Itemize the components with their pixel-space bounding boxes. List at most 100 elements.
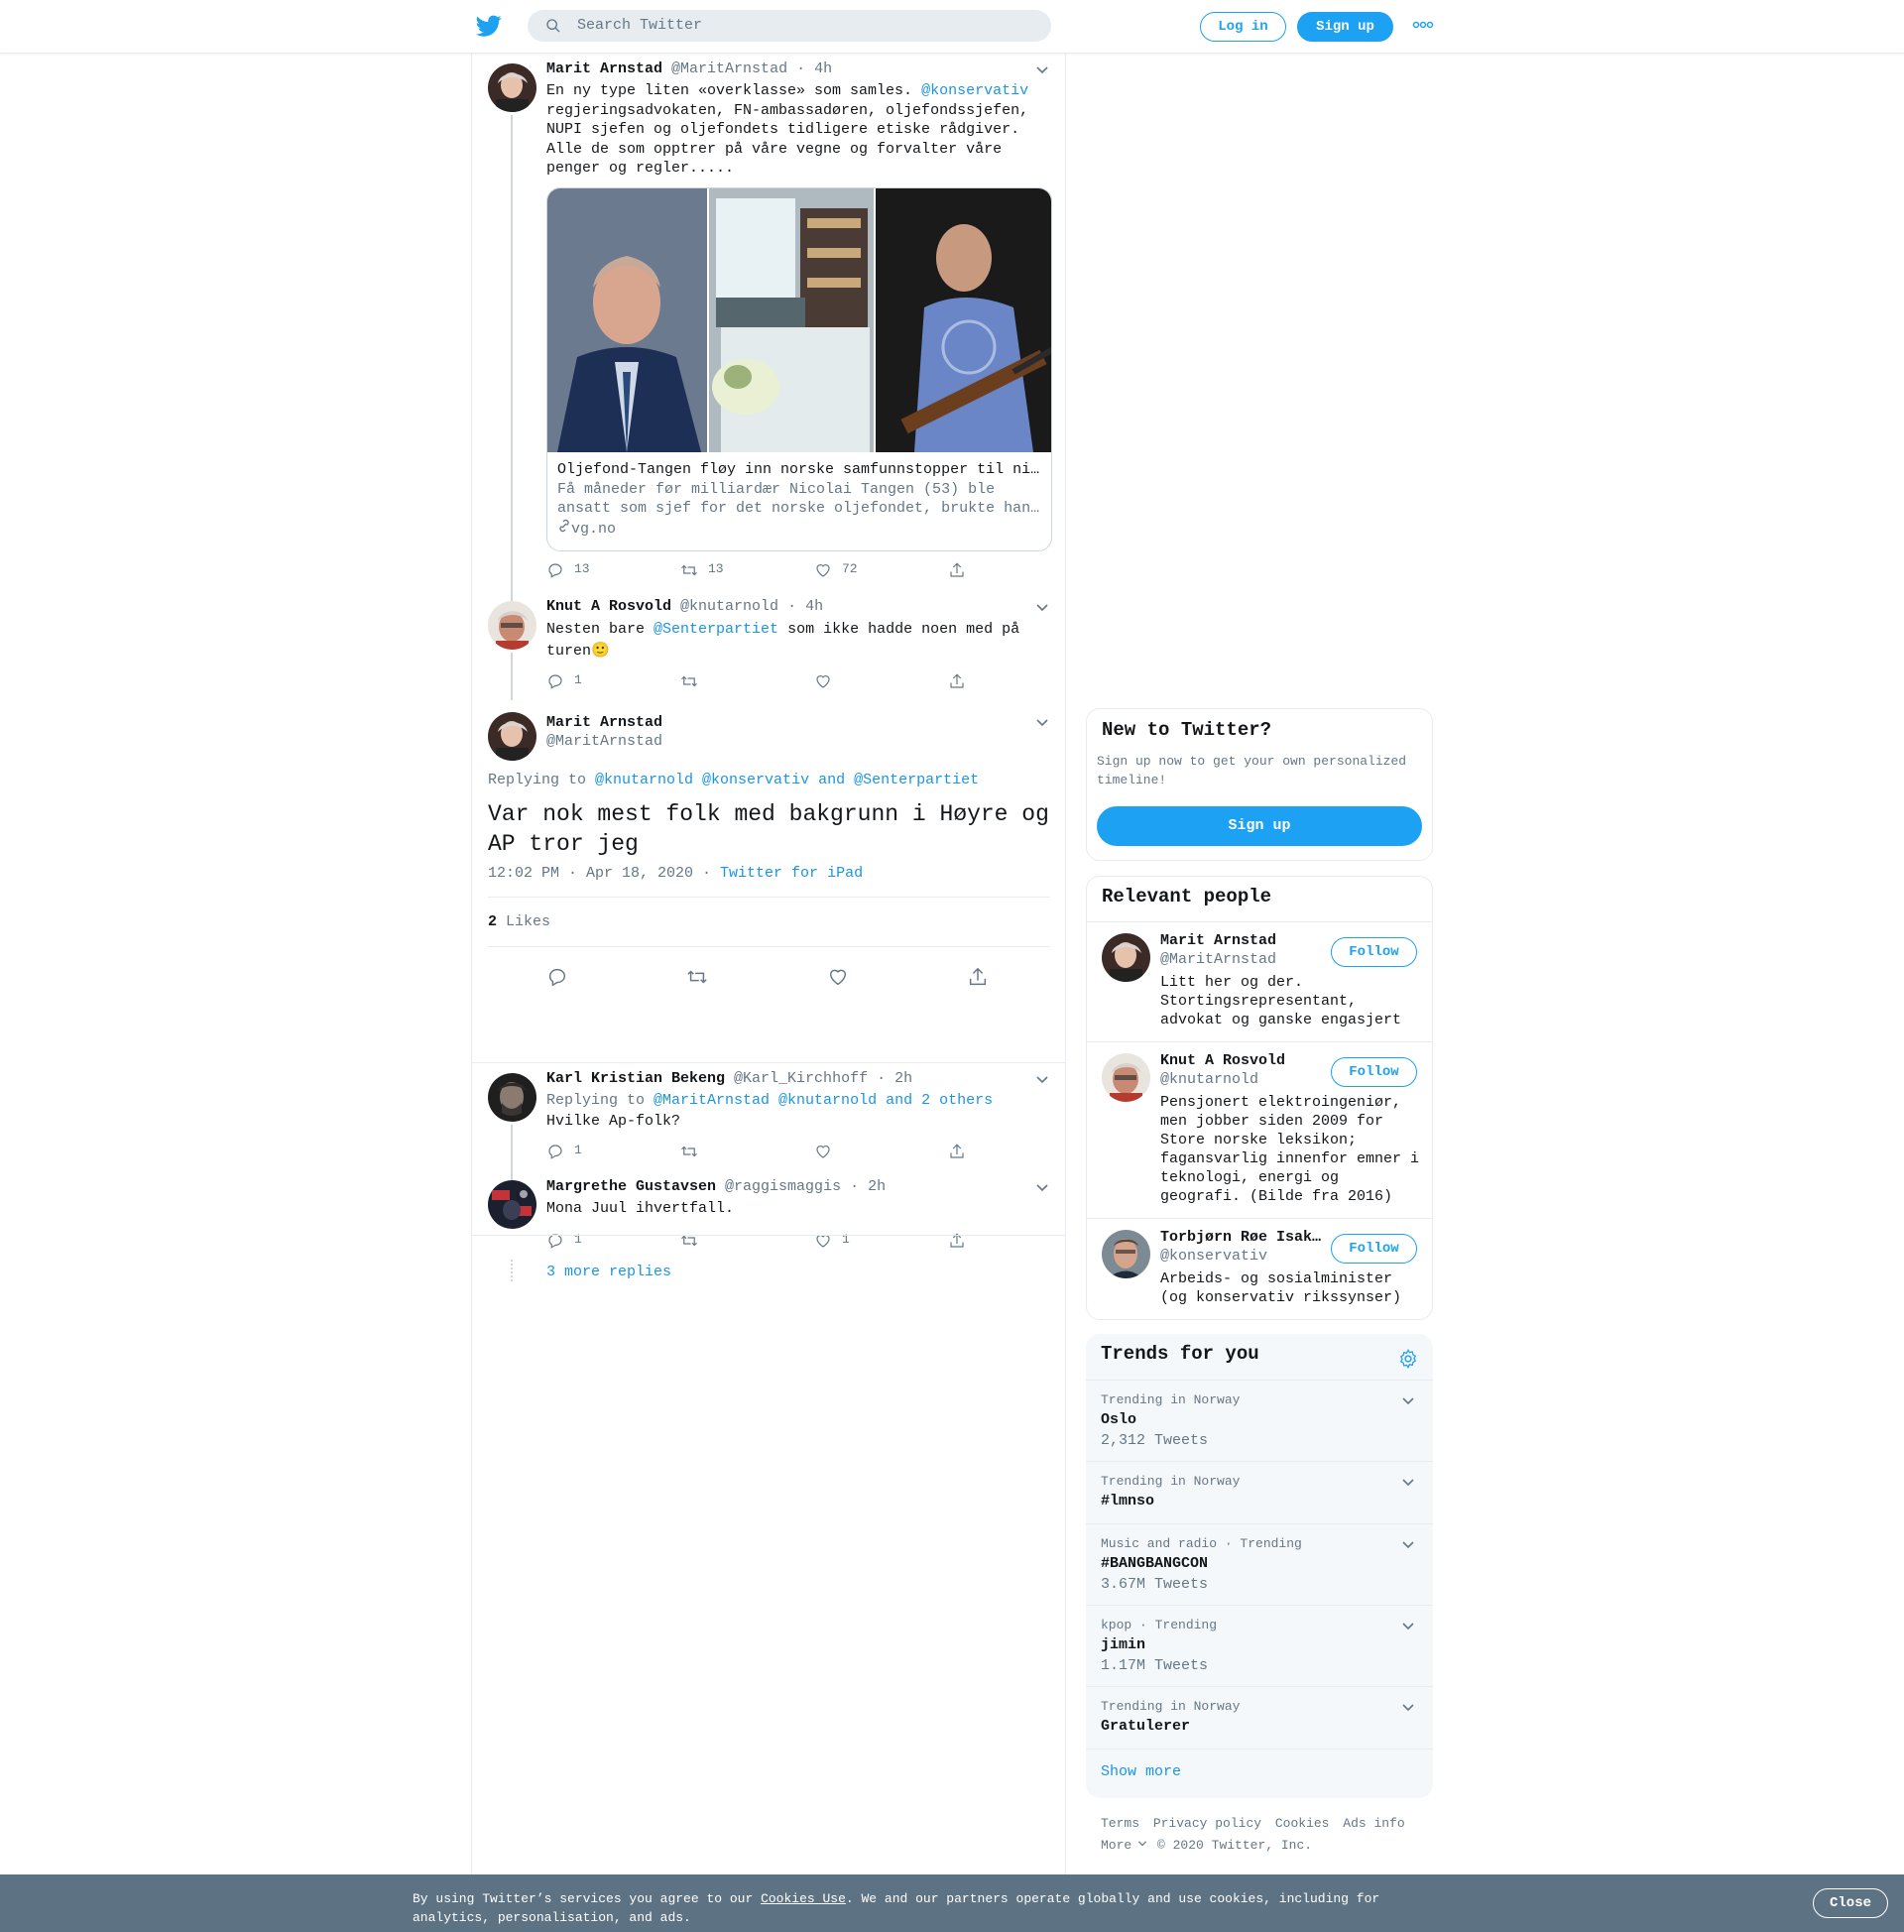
heart-icon[interactable] [827,966,849,988]
follow-button[interactable]: Follow [1331,1057,1417,1087]
chevron-down-icon[interactable] [1401,1538,1415,1552]
follow-button[interactable]: Follow [1331,937,1417,967]
show-more-link[interactable]: Show more [1101,1763,1181,1780]
follow-button[interactable]: Follow [1331,1234,1417,1264]
avatar[interactable] [1102,1053,1150,1102]
cookies-use-link[interactable]: Cookies Use [761,1891,846,1906]
timestamp-text[interactable]: 12:02 PM · Apr 18, 2020 · [488,865,720,882]
likes-stat[interactable]: 2 Likes [488,913,550,930]
reply-tweet[interactable]: Margrethe Gustavsen @raggismaggis · 2h M… [472,1174,1065,1293]
chevron-down-icon[interactable] [1401,1701,1415,1715]
trend-item[interactable]: Music and radio · Trending #BANGBANGCON … [1086,1523,1433,1605]
login-button[interactable]: Log in [1200,12,1286,42]
footer-link-terms[interactable]: Terms [1101,1816,1139,1831]
trend-item[interactable]: Trending in Norway #lmnso [1086,1461,1433,1523]
author-name[interactable]: Marit Arnstad [546,60,662,77]
reply-tweet[interactable]: Karl Kristian Bekeng @Karl_Kirchhoff · 2… [472,1063,1065,1184]
author-handle[interactable]: @MaritArnstad [546,733,662,750]
trend-name[interactable]: #lmnso [1101,1493,1154,1509]
more-replies-link[interactable]: 3 more replies [546,1264,671,1280]
author-name[interactable]: Karl Kristian Bekeng [546,1070,725,1087]
retweet-button[interactable] [680,1143,698,1162]
trend-name[interactable]: #BANGBANGCON [1101,1555,1208,1572]
avatar[interactable] [488,601,536,650]
author-handle[interactable]: @raggismaggis [725,1178,841,1195]
trend-item[interactable]: kpop · Trending jimin 1.17M Tweets [1086,1605,1433,1686]
signup-button[interactable]: Sign up [1297,12,1393,42]
author-name[interactable]: Margrethe Gustavsen [546,1178,716,1195]
avatar[interactable] [488,1073,536,1122]
chevron-down-icon[interactable] [1035,601,1049,615]
person-handle[interactable]: @konservativ [1160,1248,1267,1265]
chevron-down-icon[interactable] [1401,1620,1415,1633]
tweet-item[interactable]: Knut A Rosvold @knutarnold · 4h Nesten b… [472,591,1065,702]
person-name[interactable]: Torbjørn Røe Isaksen [1160,1229,1324,1246]
person-handle[interactable]: @MaritArnstad [1160,951,1276,968]
trend-name[interactable]: Gratulerer [1101,1718,1190,1735]
author-name[interactable]: Knut A Rosvold [546,598,671,615]
cookie-close-button[interactable]: Close [1813,1888,1888,1918]
person-item[interactable]: Marit Arnstad @MaritArnstad Follow Litt … [1087,921,1432,1041]
author-name[interactable]: Marit Arnstad [546,714,662,731]
replying-to-links[interactable]: @knutarnold @konservativ and @Senterpart… [595,772,979,788]
tweet-time[interactable]: · 4h [787,598,823,615]
share-button[interactable] [948,1143,966,1162]
author-handle[interactable]: @knutarnold [680,598,778,615]
trend-name[interactable]: jimin [1101,1636,1145,1653]
twitter-bird-icon[interactable] [476,13,502,39]
footer-more[interactable]: More [1101,1838,1147,1853]
share-button[interactable] [948,561,966,581]
avatar[interactable] [488,712,536,761]
avatar[interactable] [1102,1230,1150,1278]
avatar[interactable] [1102,933,1150,982]
share-icon[interactable] [967,966,989,988]
person-handle[interactable]: @knutarnold [1160,1071,1258,1088]
person-item[interactable]: Knut A Rosvold @knutarnold Follow Pensjo… [1087,1041,1432,1218]
chevron-down-icon[interactable] [1401,1476,1415,1490]
tweet-item[interactable]: Marit Arnstad @MaritArnstad · 4h En ny t… [472,54,1065,601]
share-button[interactable] [948,672,966,692]
author-handle[interactable]: @Karl_Kirchhoff [734,1070,868,1087]
like-button[interactable] [814,1143,832,1162]
reply-button[interactable]: 1 [546,1143,582,1162]
chevron-down-icon[interactable] [1401,1394,1415,1408]
avatar[interactable] [488,63,536,112]
reply-icon[interactable] [546,966,568,988]
retweet-button[interactable]: 13 [680,561,724,581]
avatar[interactable] [488,1180,536,1229]
retweet-button[interactable] [680,672,698,692]
tweet-time[interactable]: · 4h [796,60,832,77]
footer-link-ads[interactable]: Ads info [1343,1816,1404,1831]
replying-to-links[interactable]: @MaritArnstad @knutarnold and 2 others [654,1092,993,1109]
trend-item[interactable]: Trending in Norway Gratulerer [1086,1686,1433,1749]
person-item[interactable]: Torbjørn Røe Isaksen @konservativ Follow… [1087,1218,1432,1319]
tweet-time[interactable]: · 2h [877,1070,912,1087]
more-options-icon[interactable] [1412,18,1434,32]
footer-link-privacy[interactable]: Privacy policy [1153,1816,1261,1831]
tweet-source[interactable]: Twitter for iPad [720,865,863,882]
link-card[interactable]: Oljefond-Tangen fløy inn norske samfunns… [546,187,1052,551]
author-handle[interactable]: @MaritArnstad [671,60,787,77]
tweet-text-part: regjeringsadvokaten, FN-ambassadøren, ol… [546,101,1029,177]
like-button[interactable]: 72 [814,561,858,581]
chevron-down-icon[interactable] [1035,716,1049,730]
sidebar-signup-button[interactable]: Sign up [1097,806,1422,846]
chevron-down-icon[interactable] [1035,1181,1049,1195]
search-box[interactable]: Search Twitter [528,10,1051,42]
retweet-icon[interactable] [686,966,708,988]
gear-icon[interactable] [1397,1348,1419,1370]
trend-item[interactable]: Trending in Norway Oslo 2,312 Tweets [1086,1380,1433,1461]
trend-name[interactable]: Oslo [1101,1411,1136,1428]
reply-button[interactable]: 1 [546,672,582,692]
chevron-down-icon[interactable] [1035,1073,1049,1087]
footer-link-cookies[interactable]: Cookies [1275,1816,1330,1831]
mention-link[interactable]: @Senterpartiet [654,621,778,638]
tweet-time[interactable]: · 2h [850,1178,886,1195]
person-name[interactable]: Knut A Rosvold [1160,1052,1324,1069]
reply-button[interactable]: 13 [546,561,590,581]
search-input[interactable]: Search Twitter [577,17,702,34]
like-button[interactable] [814,672,832,692]
mention-link[interactable]: @konservativ [921,82,1028,99]
person-name[interactable]: Marit Arnstad [1160,932,1324,949]
chevron-down-icon[interactable] [1035,63,1049,77]
